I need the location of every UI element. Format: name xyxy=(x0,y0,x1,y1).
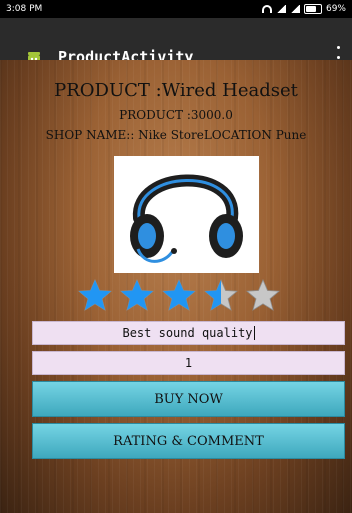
product-name: PRODUCT :Wired Headset xyxy=(54,80,298,101)
quantity-input[interactable]: 1 xyxy=(32,351,345,375)
star-empty-icon[interactable] xyxy=(246,278,280,312)
overflow-dot xyxy=(336,46,340,49)
wifi-icon xyxy=(261,5,272,13)
headset-icon xyxy=(130,174,243,263)
battery-icon xyxy=(303,4,322,14)
battery-fill xyxy=(305,6,316,12)
shop-info: SHOP NAME:: Nike StoreLOCATION Pune xyxy=(45,128,307,142)
product-image xyxy=(114,156,259,273)
rating-bar[interactable] xyxy=(78,278,280,312)
product-price: PRODUCT :3000.0 xyxy=(119,108,233,122)
phone-screen: 3:08 PM 69% ProductActivity PRODUCT :Wir… xyxy=(0,0,352,513)
quantity-text: 1 xyxy=(184,356,193,370)
star-filled-icon[interactable] xyxy=(120,278,154,312)
star-filled-icon[interactable] xyxy=(162,278,196,312)
overflow-dot xyxy=(336,55,340,59)
rating-comment-button[interactable]: RATING & COMMENT xyxy=(32,423,345,459)
signal-icon xyxy=(275,5,286,13)
signal-icon-2 xyxy=(289,5,300,13)
battery-text: 69% xyxy=(325,4,346,14)
status-icons: 69% xyxy=(261,4,346,14)
star-half-icon[interactable] xyxy=(204,278,238,312)
status-time: 3:08 PM xyxy=(6,4,43,14)
comment-text: Best sound quality xyxy=(122,326,253,340)
action-bar: ProductActivity xyxy=(0,18,352,68)
status-bar: 3:08 PM 69% xyxy=(0,0,352,18)
star-filled-icon[interactable] xyxy=(78,278,112,312)
text-cursor xyxy=(253,326,255,340)
comment-input[interactable]: Best sound quality xyxy=(32,321,345,345)
buy-now-button[interactable]: BUY NOW xyxy=(32,381,345,417)
